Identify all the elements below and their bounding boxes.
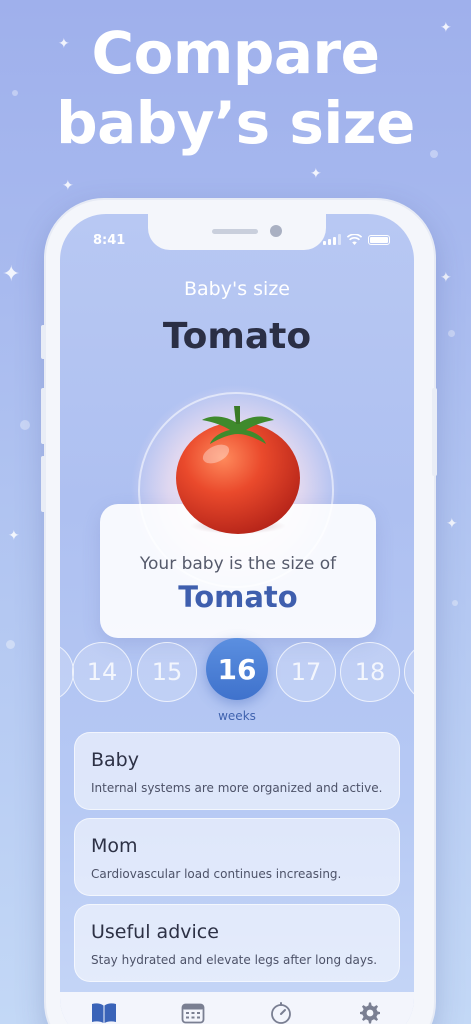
weeks-label: weeks: [218, 709, 256, 723]
bg-bubble: [452, 600, 458, 606]
status-icons: [323, 234, 390, 245]
size-info-prefix: Your baby is the size of: [139, 554, 337, 574]
section-title: Baby: [91, 749, 139, 771]
timer-icon: [271, 1002, 292, 1024]
speaker: [212, 229, 258, 234]
fruit-title: Tomato: [162, 316, 312, 357]
week-bubble[interactable]: 18: [340, 642, 400, 702]
notch: [148, 214, 326, 250]
wifi-icon: [347, 234, 362, 245]
section-card-advice[interactable]: Useful advice Stay hydrated and elevate …: [74, 904, 400, 982]
phone-power-button: [432, 388, 437, 476]
size-info-fruit: Tomato: [178, 580, 298, 614]
app-screen: 8:41 Baby's size Tomato Your baby is the…: [60, 214, 414, 1024]
week-bubble[interactable]: 15: [137, 642, 197, 702]
tab-bar: [60, 992, 414, 1024]
week-bubble[interactable]: 14: [72, 642, 132, 702]
bg-bubble: [448, 330, 455, 337]
tomato-icon: [176, 406, 300, 534]
phone-volume-down: [41, 456, 46, 512]
sparkle-icon: ✦: [8, 528, 20, 544]
book-icon: [92, 1003, 117, 1023]
tab-settings[interactable]: [355, 1000, 385, 1024]
section-title: Useful advice: [91, 921, 219, 943]
headline-line-1: Compare: [91, 19, 380, 87]
headline: Compare baby’s size: [0, 18, 471, 158]
week-bubble-selected[interactable]: 16: [206, 638, 268, 700]
sparkle-icon: ✦: [310, 166, 322, 182]
battery-icon: [368, 234, 390, 245]
section-card-baby[interactable]: Baby Internal systems are more organized…: [74, 732, 400, 810]
sparkle-icon: ✦: [440, 270, 452, 286]
sparkle-icon: ✦: [62, 178, 74, 194]
week-bubble[interactable]: 17: [276, 642, 336, 702]
section-description: Stay hydrated and elevate legs after lon…: [91, 953, 378, 967]
signal-icon: [323, 234, 341, 245]
week-bubble-partial[interactable]: [404, 642, 414, 702]
sparkle-icon: ✦: [2, 262, 21, 287]
section-title: Mom: [91, 835, 138, 857]
headline-line-2: baby’s size: [56, 89, 415, 157]
tab-calendar[interactable]: [178, 1000, 208, 1024]
bg-bubble: [6, 640, 15, 649]
bg-bubble: [20, 420, 30, 430]
week-selector: 14 15 16 17 18 weeks: [60, 638, 414, 732]
gear-icon: [359, 1002, 380, 1024]
size-label: Baby's size: [184, 278, 290, 300]
sparkle-icon: ✦: [446, 516, 458, 532]
phone-mute-switch: [41, 325, 46, 359]
tab-timer[interactable]: [266, 1000, 296, 1024]
section-card-mom[interactable]: Mom Cardiovascular load continues increa…: [74, 818, 400, 896]
front-camera: [270, 225, 282, 237]
phone-volume-up: [41, 388, 46, 444]
calendar-icon: [181, 1003, 205, 1024]
section-description: Cardiovascular load continues increasing…: [91, 867, 342, 881]
tab-book[interactable]: [89, 1000, 119, 1024]
status-time: 8:41: [93, 233, 126, 248]
section-description: Internal systems are more organized and …: [91, 781, 383, 795]
